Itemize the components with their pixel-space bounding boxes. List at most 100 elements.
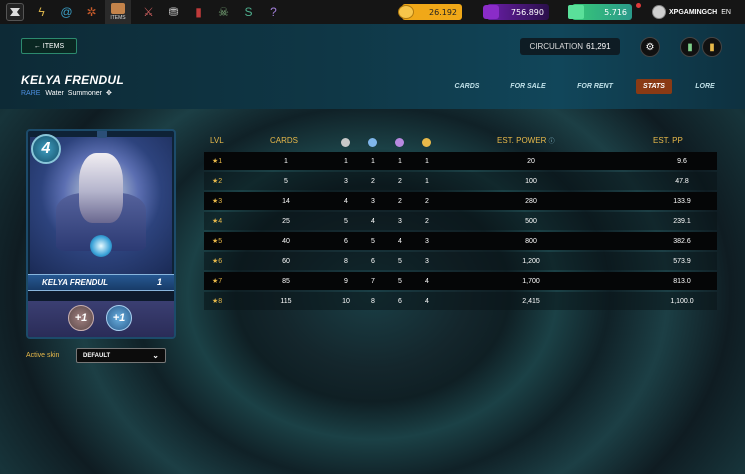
cell-d4: 1: [425, 157, 429, 165]
row-level-value: 6: [218, 258, 223, 265]
row-level: ★2: [212, 177, 222, 185]
cell-pp: 382.6: [673, 237, 691, 245]
circulation-badge: CIRCULATION 61,291: [520, 38, 620, 55]
row-level: ★7: [212, 277, 222, 285]
cell-power: 500: [525, 217, 537, 225]
gear-icon: ⚙: [645, 41, 655, 53]
col-header-lvl: LVL: [210, 136, 224, 145]
card-name: KELYA FRENDUL: [42, 278, 109, 287]
chest-icon[interactable]: ⛃: [166, 5, 181, 20]
card-subtitle: RARE Water Summoner ✥: [21, 89, 112, 97]
cards-view-button[interactable]: ▮: [680, 37, 700, 57]
table-row: ★3 14 4 3 2 2 280 133.9: [204, 192, 717, 210]
circulation-value: 61,291: [586, 42, 611, 51]
cell-pp: 573.9: [673, 257, 691, 265]
sps-icon: [483, 5, 499, 19]
cell-cards: 1: [284, 157, 288, 165]
cell-pp: 1,100.0: [670, 297, 694, 305]
cell-cards: 5: [284, 177, 288, 185]
table-row: ★6 60 8 6 5 3 1,200 573.9: [204, 252, 717, 270]
card-artwork-figure: [79, 153, 123, 223]
dec-balance[interactable]: 26.192: [398, 4, 462, 20]
nav-items-label: ITEMS: [110, 15, 126, 21]
table-row: ★1 1 1 1 1 1 20 9.6: [204, 152, 717, 170]
table-row: ★8 115 10 8 6 4 2,415 1,100.0: [204, 292, 717, 310]
table-row: ★2 5 3 2 2 1 100 47.8: [204, 172, 717, 190]
row-level-value: 4: [218, 218, 223, 225]
banner-icon[interactable]: ▮: [191, 5, 206, 20]
active-skin-label: Active skin: [26, 352, 60, 359]
circulation-label: CIRCULATION: [529, 42, 584, 51]
cell-d4: 4: [425, 297, 429, 305]
sps-balance-value: 756.890: [510, 7, 544, 17]
settings-gear-button[interactable]: ⚙: [640, 37, 660, 57]
table-row: ★4 25 5 4 3 2 500 239.1: [204, 212, 717, 230]
gold-card-dot-icon: [422, 138, 431, 147]
row-level-value: 2: [218, 178, 223, 185]
sword-icon[interactable]: ⚔: [141, 5, 156, 20]
skull-icon[interactable]: ☠: [216, 5, 231, 20]
row-level-value: 3: [218, 198, 223, 205]
cell-d4: 2: [425, 217, 429, 225]
help-icon[interactable]: ?: [266, 5, 281, 20]
credits-balance[interactable]: 5.716: [568, 4, 632, 20]
gold-card-icon: ▮: [709, 41, 715, 53]
cell-d4: 4: [425, 277, 429, 285]
username: XPGAMINGCH: [669, 8, 718, 16]
spider-icon[interactable]: ✲: [84, 5, 99, 20]
land-icon[interactable]: S: [241, 5, 256, 20]
cell-power: 280: [525, 197, 537, 205]
card-top-gem-icon: [97, 131, 107, 138]
cell-cards: 85: [282, 277, 290, 285]
page-title: KELYA FRENDUL: [21, 73, 125, 87]
mana-cost: 4: [31, 134, 61, 164]
sps-balance[interactable]: 756.890: [483, 4, 549, 20]
language-selector[interactable]: EN: [721, 9, 731, 16]
row-level: ★4: [212, 217, 222, 225]
col-header-est-pp: EST. PP: [653, 136, 683, 145]
cell-power: 800: [525, 237, 537, 245]
element-label: Water: [45, 90, 64, 97]
credits-balance-value: 5.716: [604, 7, 627, 17]
cell-pp: 813.0: [673, 277, 691, 285]
col-header-est-power: EST. POWER ⓘ: [497, 136, 555, 145]
summoner-icon: ✥: [105, 90, 112, 97]
tab-for-sale[interactable]: FOR SALE: [504, 79, 552, 94]
tab-stats[interactable]: STATS: [636, 79, 672, 94]
cell-pp: 133.9: [673, 197, 691, 205]
col-header-cards: CARDS: [270, 136, 299, 145]
swirl-icon[interactable]: @: [59, 5, 74, 20]
back-to-items-button[interactable]: ← ITEMS: [21, 38, 77, 54]
top-navigation-bar: ϟ @ ✲ ITEMS ⚔ ⛃ ▮ ☠ S ? 26.192 756.890 5…: [0, 0, 745, 24]
avatar: [652, 5, 666, 19]
tab-cards[interactable]: CARDS: [446, 79, 488, 94]
cell-cards: 25: [282, 217, 290, 225]
cell-power: 100: [525, 177, 537, 185]
bronze-card-dot-icon: [368, 138, 377, 147]
summoner-card: 4 KELYA FRENDUL 1 +1 +1: [26, 129, 176, 339]
tab-lore[interactable]: LORE: [690, 79, 720, 94]
row-level-value: 8: [218, 298, 223, 305]
card-level: 1: [156, 277, 162, 287]
card-header: ← ITEMS CIRCULATION 61,291 ⚙ ▮ ▮ KELYA F…: [0, 24, 745, 109]
card-stack-icon: ▮: [687, 41, 693, 53]
col-header-est-power-label: EST. POWER: [497, 136, 547, 145]
bolt-icon[interactable]: ϟ: [34, 5, 49, 20]
cell-cards: 60: [282, 257, 290, 265]
tab-for-rent[interactable]: FOR RENT: [570, 79, 620, 94]
dec-balance-value: 26.192: [429, 7, 457, 17]
cell-power: 1,700: [522, 277, 540, 285]
info-icon[interactable]: ⓘ: [549, 139, 555, 145]
notification-badge: [636, 3, 641, 8]
nav-items-tab[interactable]: ITEMS: [105, 0, 131, 24]
user-menu[interactable]: XPGAMINGCH EN: [652, 5, 731, 19]
gold-cards-button[interactable]: ▮: [702, 37, 722, 57]
active-skin-select[interactable]: DEFAULT ⌄: [76, 348, 166, 363]
cell-d4: 2: [425, 197, 429, 205]
card-stat-row: +1 +1: [28, 301, 174, 337]
cell-cards: 14: [282, 197, 290, 205]
table-row: ★7 85 9 7 5 4 1,700 813.0: [204, 272, 717, 290]
cell-cards: 115: [280, 297, 292, 305]
silver-card-dot-icon: [395, 138, 404, 147]
home-logo-icon[interactable]: [6, 3, 24, 21]
